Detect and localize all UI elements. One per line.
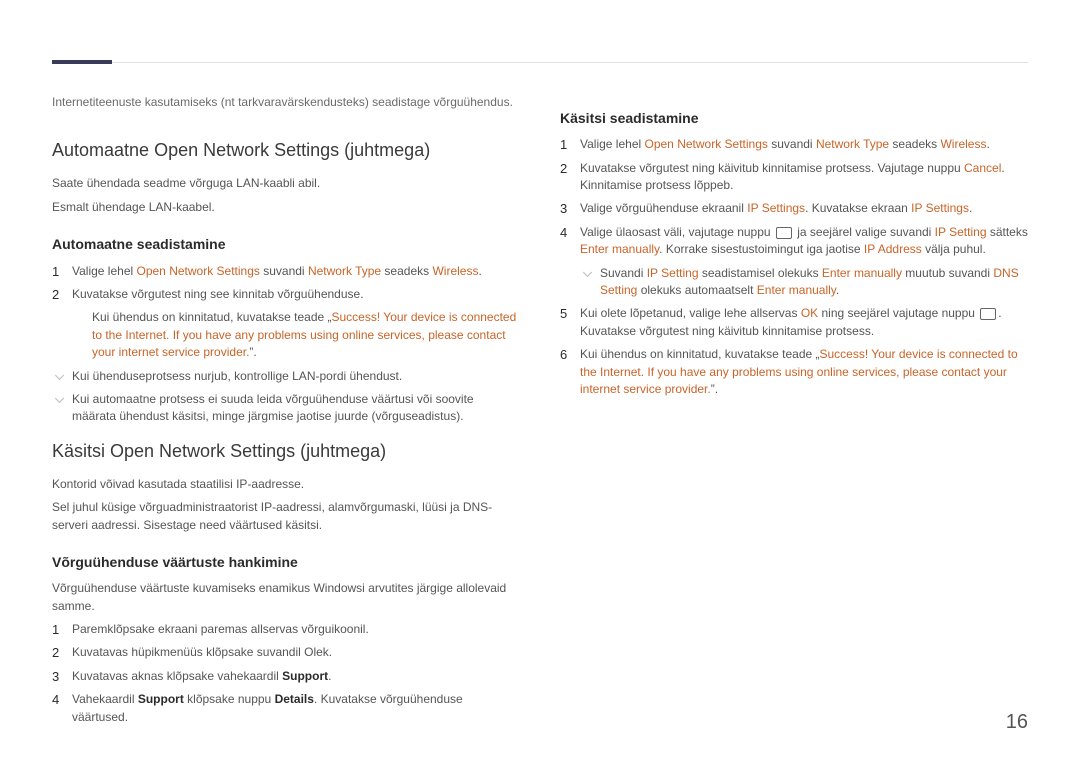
text: . bbox=[328, 669, 331, 683]
text: Valige võrguühenduse ekraanil bbox=[580, 201, 747, 215]
paragraph: Kontorid võivad kasutada staatilisi IP-a… bbox=[52, 476, 520, 493]
text: Kuvatavas aknas klõpsake vahekaardil bbox=[72, 669, 282, 683]
page-number: 16 bbox=[1006, 708, 1028, 737]
text: . Korrake sisestustoimingut iga jaotise bbox=[659, 242, 864, 256]
list-item: Valige võrguühenduse ekraanil IP Setting… bbox=[560, 200, 1028, 217]
enter-icon bbox=[980, 308, 996, 320]
right-column: Käsitsi seadistamine Valige lehel Open N… bbox=[560, 90, 1028, 732]
text: välja puhul. bbox=[922, 242, 986, 256]
text: muutub suvandi bbox=[902, 266, 993, 280]
paragraph: Sel juhul küsige võrguadministraatorist … bbox=[52, 499, 520, 534]
highlight: Enter manually bbox=[580, 242, 659, 256]
text: . bbox=[986, 137, 989, 151]
paragraph: Esmalt ühendage LAN-kaabel. bbox=[52, 199, 520, 216]
list-item: Kuvatakse võrgutest ning käivitub kinnit… bbox=[560, 160, 1028, 195]
text: ”. bbox=[711, 382, 718, 396]
text: . Kuvatakse ekraan bbox=[805, 201, 911, 215]
note: Kui automaatne protsess ei suuda leida v… bbox=[52, 391, 520, 426]
heading-obtain-values: Võrguühenduse väärtuste hankimine bbox=[52, 552, 520, 572]
text: seadistamisel olekuks bbox=[699, 266, 822, 280]
steps-manual: Valige lehel Open Network Settings suvan… bbox=[560, 136, 1028, 398]
highlight: Enter manually bbox=[757, 283, 836, 297]
text: . bbox=[478, 264, 481, 278]
highlight: Open Network Settings bbox=[645, 137, 768, 151]
paragraph: Saate ühendada seadme võrguga LAN-kaabli… bbox=[52, 175, 520, 192]
sub-text: Kui ühendus on kinnitatud, kuvatakse tea… bbox=[72, 309, 520, 361]
highlight: IP Settings bbox=[747, 201, 805, 215]
text: Valige ülaosast väli, vajutage nuppu bbox=[580, 225, 774, 239]
text: . bbox=[969, 201, 972, 215]
header-rule bbox=[52, 62, 1028, 63]
list-item: Valige lehel Open Network Settings suvan… bbox=[52, 263, 520, 280]
text: Kui ühendus on kinnitatud, kuvatakse tea… bbox=[580, 347, 820, 361]
text: . bbox=[836, 283, 839, 297]
list-item: Kuvatakse võrgutest ning see kinnitab võ… bbox=[52, 286, 520, 362]
text: Valige lehel bbox=[72, 264, 137, 278]
highlight: IP Settings bbox=[911, 201, 969, 215]
highlight: Cancel bbox=[964, 161, 1001, 175]
text: suvandi bbox=[768, 137, 816, 151]
highlight: Network Type bbox=[816, 137, 889, 151]
note: Suvandi IP Setting seadistamisel olekuks… bbox=[580, 265, 1028, 300]
list-item: Valige ülaosast väli, vajutage nuppu ja … bbox=[560, 224, 1028, 300]
text: ja seejärel valige suvandi bbox=[794, 225, 935, 239]
text: Kui olete lõpetanud, valige lehe allserv… bbox=[580, 306, 801, 320]
text: sätteks bbox=[987, 225, 1028, 239]
list-item: Kuvatavas aknas klõpsake vahekaardil Sup… bbox=[52, 668, 520, 685]
highlight: OK bbox=[801, 306, 818, 320]
paragraph: Võrguühenduse väärtuste kuvamiseks enami… bbox=[52, 580, 520, 615]
text: Kuvatakse võrgutest ning see kinnitab võ… bbox=[72, 287, 364, 301]
highlight: Wireless bbox=[940, 137, 986, 151]
header-accent-bar bbox=[52, 60, 112, 64]
page: Internetiteenuste kasutamiseks (nt tarkv… bbox=[0, 0, 1080, 763]
text: Kui ühendus on kinnitatud, kuvatakse tea… bbox=[92, 310, 332, 324]
text: Valige lehel bbox=[580, 137, 645, 151]
intro-text: Internetiteenuste kasutamiseks (nt tarkv… bbox=[52, 94, 520, 111]
heading-manual-open-network: Käsitsi Open Network Settings (juhtmega) bbox=[52, 438, 520, 464]
steps-auto: Valige lehel Open Network Settings suvan… bbox=[52, 263, 520, 362]
list-item: Kui ühendus on kinnitatud, kuvatakse tea… bbox=[560, 346, 1028, 398]
bold-text: Details bbox=[275, 692, 314, 706]
text: olekuks automaatselt bbox=[637, 283, 756, 297]
highlight: Open Network Settings bbox=[137, 264, 260, 278]
list-item: Kuvatavas hüpikmenüüs klõpsake suvandil … bbox=[52, 644, 520, 661]
heading-manual-setup: Käsitsi seadistamine bbox=[560, 108, 1028, 128]
bold-text: Support bbox=[138, 692, 184, 706]
bold-text: Support bbox=[282, 669, 328, 683]
list-item: Valige lehel Open Network Settings suvan… bbox=[560, 136, 1028, 153]
list-item: Kui olete lõpetanud, valige lehe allserv… bbox=[560, 305, 1028, 340]
list-item: Paremklõpsake ekraani paremas allservas … bbox=[52, 621, 520, 638]
highlight: Network Type bbox=[308, 264, 381, 278]
highlight: IP Setting bbox=[935, 225, 987, 239]
highlight: IP Address bbox=[864, 242, 922, 256]
list-item: Vahekaardil Support klõpsake nuppu Detai… bbox=[52, 691, 520, 726]
heading-auto-setup: Automaatne seadistamine bbox=[52, 234, 520, 254]
heading-auto-open-network: Automaatne Open Network Settings (juhtme… bbox=[52, 137, 520, 163]
highlight: IP Setting bbox=[647, 266, 699, 280]
text: Vahekaardil bbox=[72, 692, 138, 706]
enter-icon bbox=[776, 227, 792, 239]
text: seadeks bbox=[889, 137, 940, 151]
text: seadeks bbox=[381, 264, 432, 278]
content-columns: Internetiteenuste kasutamiseks (nt tarkv… bbox=[52, 60, 1028, 732]
left-column: Internetiteenuste kasutamiseks (nt tarkv… bbox=[52, 90, 520, 732]
highlight: Enter manually bbox=[822, 266, 902, 280]
highlight: Wireless bbox=[432, 264, 478, 278]
note: Kui ühenduseprotsess nurjub, kontrollige… bbox=[52, 368, 520, 385]
text: suvandi bbox=[260, 264, 308, 278]
steps-obtain: Paremklõpsake ekraani paremas allservas … bbox=[52, 621, 520, 726]
text: ”. bbox=[249, 345, 256, 359]
text: Kuvatakse võrgutest ning käivitub kinnit… bbox=[580, 161, 964, 175]
text: Suvandi bbox=[600, 266, 647, 280]
text: klõpsake nuppu bbox=[184, 692, 275, 706]
text: ning seejärel vajutage nuppu bbox=[818, 306, 978, 320]
